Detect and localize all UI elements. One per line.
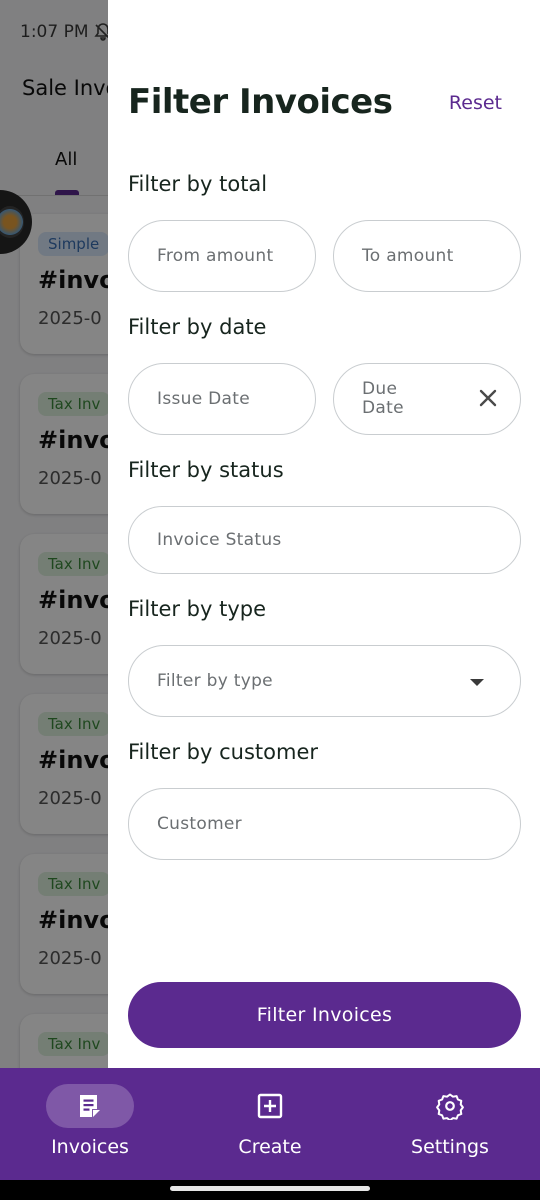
due-date-placeholder: Due Date [362, 380, 404, 418]
nav-label-settings: Settings [411, 1136, 489, 1158]
type-dropdown-placeholder: Filter by type [157, 671, 273, 691]
to-amount-placeholder: To amount [362, 246, 454, 266]
drawer-title: Filter Invoices [128, 82, 393, 122]
filter-status-label: Filter by status [128, 458, 284, 482]
due-date-line-1: Due [362, 379, 398, 399]
add-box-icon [257, 1093, 283, 1119]
bottom-navigation: Invoices Create Settings [0, 1068, 540, 1180]
to-amount-field[interactable]: To amount [333, 220, 521, 292]
nav-label-invoices: Invoices [51, 1136, 129, 1158]
close-icon[interactable] [476, 386, 500, 410]
filter-total-label: Filter by total [128, 172, 268, 196]
invoice-status-field[interactable]: Invoice Status [128, 506, 521, 574]
customer-placeholder: Customer [157, 814, 242, 834]
filter-date-label: Filter by date [128, 315, 267, 339]
nav-item-settings[interactable]: Settings [360, 1068, 540, 1180]
from-amount-placeholder: From amount [157, 246, 274, 266]
issue-date-field[interactable]: Issue Date [128, 363, 316, 435]
filter-customer-label: Filter by customer [128, 740, 319, 764]
type-dropdown[interactable]: Filter by type [128, 645, 521, 717]
issue-date-placeholder: Issue Date [157, 389, 250, 409]
from-amount-field[interactable]: From amount [128, 220, 316, 292]
nav-item-create[interactable]: Create [180, 1068, 360, 1180]
due-date-field[interactable]: Due Date [333, 363, 521, 435]
reset-button[interactable]: Reset [449, 92, 502, 114]
filter-invoices-button[interactable]: Filter Invoices [128, 982, 521, 1048]
customer-field[interactable]: Customer [128, 788, 521, 860]
invoice-icon [80, 1095, 100, 1117]
nav-label-create: Create [238, 1136, 302, 1158]
invoice-status-placeholder: Invoice Status [157, 530, 282, 550]
due-date-line-2: Date [362, 398, 404, 418]
filter-type-label: Filter by type [128, 597, 267, 621]
nav-item-invoices[interactable]: Invoices [0, 1068, 180, 1180]
status-time: 1:07 PM [20, 22, 89, 42]
gear-icon [436, 1093, 464, 1120]
dropdown-arrow-icon [470, 679, 484, 686]
filter-drawer: Filter Invoices Reset Filter by total Fr… [108, 0, 540, 1068]
gesture-bar [0, 1180, 540, 1200]
